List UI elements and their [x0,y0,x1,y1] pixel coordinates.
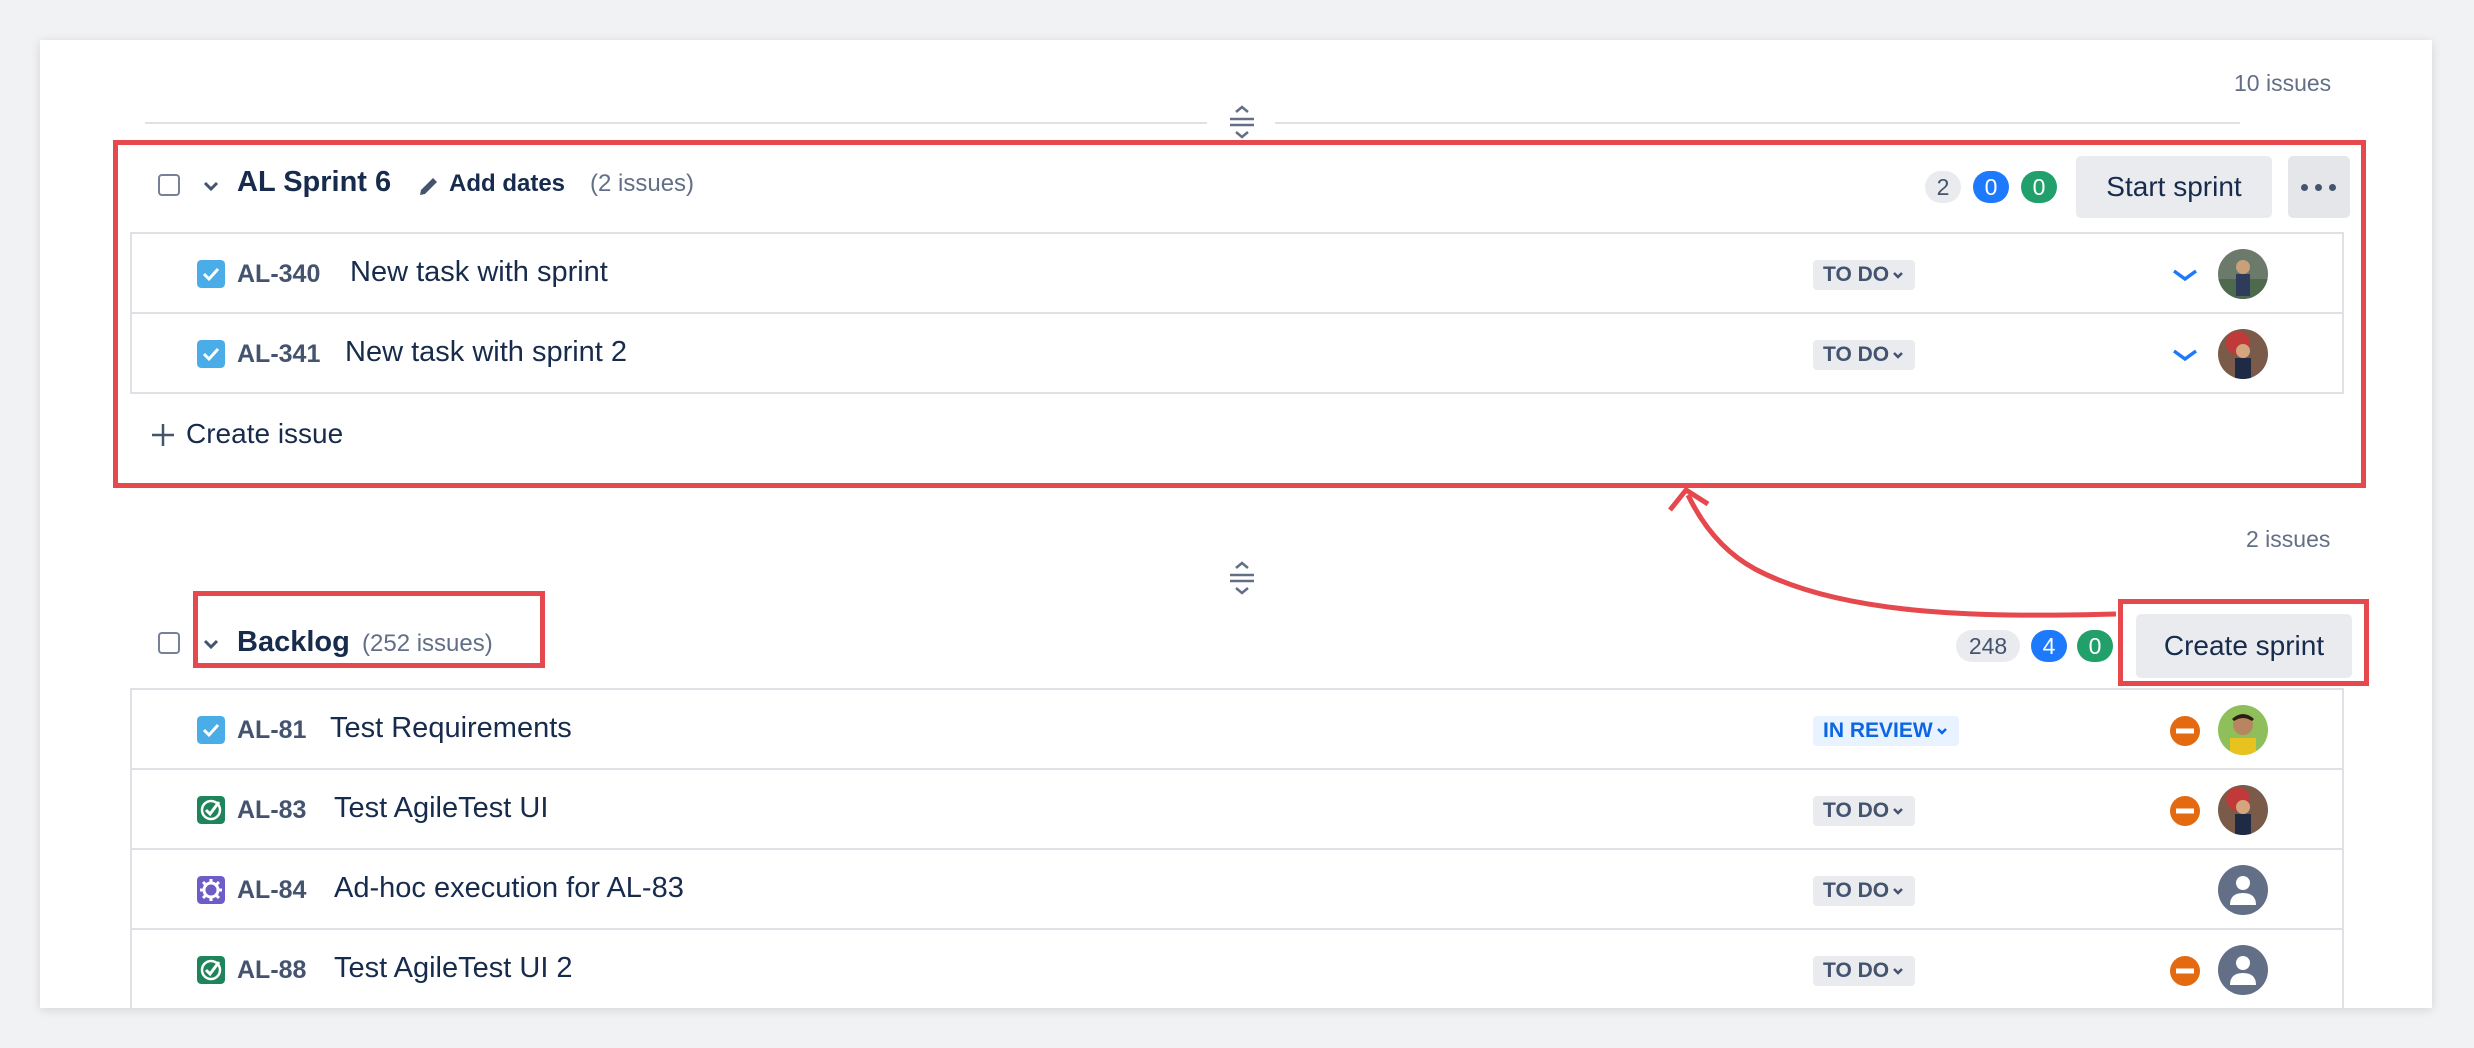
issue-count-label: 2 issues [2246,526,2331,552]
status-dropdown[interactable]: TO DO [1813,796,1916,826]
in-progress-count-badge: 4 [2031,630,2067,662]
plus-icon[interactable] [150,422,176,448]
issue-key[interactable]: AL-340 [237,260,320,289]
issue-summary[interactable]: New task with sprint [350,256,608,289]
chevron-down-icon [1936,728,1947,736]
chevron-down-icon [1893,272,1904,280]
backlog-card: 10 issues AL Sprint 6 Add dates (2 issue… [40,40,2432,1008]
avatar[interactable] [2218,785,2268,835]
issue-summary[interactable]: Ad-hoc execution for AL-83 [334,872,684,905]
issue-key[interactable]: AL-88 [237,956,306,985]
issue-summary[interactable]: Test AgileTest UI 2 [334,952,573,985]
gear-execution-icon [197,876,225,904]
status-dropdown[interactable]: TO DO [1813,956,1916,986]
backlog-title[interactable]: Backlog [237,626,350,659]
todo-count-badge: 2 [1925,171,1961,203]
chevron-down-icon [1893,968,1904,976]
issue-summary[interactable]: Test Requirements [330,712,572,745]
pencil-icon[interactable] [417,174,441,198]
table-row[interactable]: AL-81 Test Requirements IN REVIEW [132,690,2342,770]
create-issue-button[interactable]: Create issue [186,418,343,450]
done-count-badge: 0 [2021,171,2057,203]
issue-count-label: 10 issues [2234,70,2332,96]
status-label: IN REVIEW [1823,719,1933,742]
issue-key[interactable]: AL-83 [237,796,306,825]
chevron-down-icon[interactable] [201,176,221,196]
divider-line [145,122,1207,124]
drag-handle-icon[interactable] [1227,104,1257,140]
sprint-issue-list: AL-340 New task with sprint TO DO AL-341… [130,232,2344,394]
status-label: TO DO [1823,879,1890,902]
sprint-name[interactable]: AL Sprint 6 [237,166,391,199]
table-row[interactable]: AL-88 Test AgileTest UI 2 TO DO [132,930,2342,1008]
test-check-icon [197,956,225,984]
create-sprint-button[interactable]: Create sprint [2136,614,2352,678]
status-label: TO DO [1823,799,1890,822]
avatar[interactable] [2218,329,2268,379]
status-dropdown[interactable]: IN REVIEW [1813,716,1959,746]
todo-count-badge: 248 [1956,630,2020,662]
backlog-issue-count: (252 issues) [362,630,493,657]
issue-key[interactable]: AL-84 [237,876,306,905]
issue-summary[interactable]: New task with sprint 2 [345,336,627,369]
checkbox-task-icon [197,340,225,368]
table-row[interactable]: AL-83 Test AgileTest UI TO DO [132,770,2342,850]
start-sprint-button[interactable]: Start sprint [2076,156,2272,218]
avatar[interactable] [2218,865,2268,915]
status-dropdown[interactable]: TO DO [1813,260,1916,290]
more-icon[interactable] [2288,156,2350,218]
test-check-icon [197,796,225,824]
backlog-issue-list: AL-81 Test Requirements IN REVIEW AL-83 … [130,688,2344,1008]
status-label: TO DO [1823,343,1890,366]
backlog-select-checkbox[interactable] [158,632,180,654]
avatar[interactable] [2218,249,2268,299]
status-dropdown[interactable]: TO DO [1813,340,1916,370]
priority-blocker-icon [2170,956,2200,986]
status-dropdown[interactable]: TO DO [1813,876,1916,906]
avatar[interactable] [2218,705,2268,755]
checkbox-task-icon [197,260,225,288]
table-row[interactable]: AL-84 Ad-hoc execution for AL-83 TO DO [132,850,2342,930]
status-label: TO DO [1823,959,1890,982]
table-row[interactable]: AL-341 New task with sprint 2 TO DO [132,314,2342,394]
add-dates-link[interactable]: Add dates [449,170,565,198]
priority-blocker-icon [2170,716,2200,746]
issue-summary[interactable]: Test AgileTest UI [334,792,548,825]
chevron-down-icon[interactable] [201,634,221,654]
table-row[interactable]: AL-340 New task with sprint TO DO [132,234,2342,314]
issue-key[interactable]: AL-81 [237,716,306,745]
in-progress-count-badge: 0 [1973,171,2009,203]
avatar[interactable] [2218,945,2268,995]
issue-key[interactable]: AL-341 [237,340,320,369]
divider-line [1275,122,2240,124]
drag-handle-icon[interactable] [1227,560,1257,596]
done-count-badge: 0 [2077,630,2113,662]
sprint-issue-count: (2 issues) [590,170,695,197]
priority-blocker-icon [2170,796,2200,826]
chevron-down-icon [1893,352,1904,360]
chevron-down-icon [1893,808,1904,816]
checkbox-task-icon [197,716,225,744]
priority-low-icon [2172,349,2198,362]
chevron-down-icon [1893,888,1904,896]
status-label: TO DO [1823,263,1890,286]
sprint-select-checkbox[interactable] [158,174,180,196]
priority-low-icon [2172,269,2198,282]
